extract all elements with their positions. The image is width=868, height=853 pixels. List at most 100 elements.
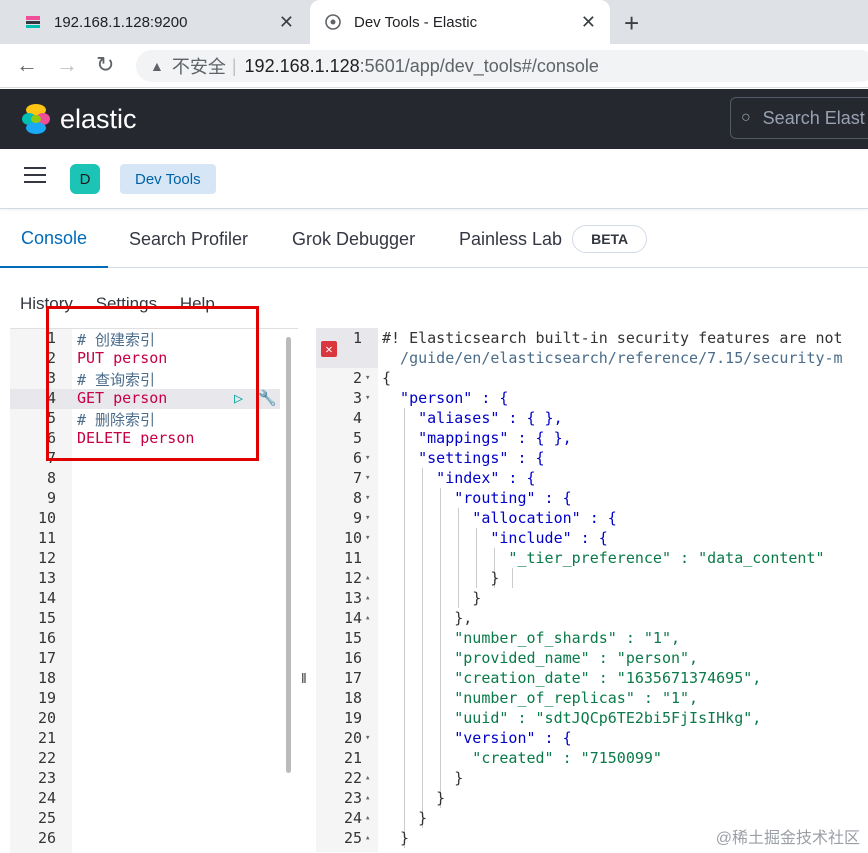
url-field[interactable]: ▲ 不安全 | 192.168.1.128 :5601/app/dev_tool… xyxy=(136,50,868,82)
breadcrumb-bar: D Dev Tools xyxy=(0,149,868,209)
output-line: "settings" : { xyxy=(382,449,545,467)
line-number: 8 xyxy=(352,489,362,507)
line-number: 22 xyxy=(37,749,56,767)
line-number: 19 xyxy=(37,689,56,707)
line-number: 15 xyxy=(343,629,362,647)
output-line: "version" : { xyxy=(382,729,572,747)
pane-resizer[interactable]: ‖ xyxy=(298,328,316,852)
output-line: } xyxy=(382,569,500,587)
fold-toggle-icon[interactable]: ▴ xyxy=(365,773,370,783)
line-number: 23 xyxy=(343,789,362,807)
output-line: /guide/en/elasticsearch/reference/7.15/s… xyxy=(382,349,843,367)
indent-guide xyxy=(512,568,513,588)
line-number: 11 xyxy=(37,529,56,547)
line-number: 24 xyxy=(343,809,362,827)
fold-toggle-icon[interactable]: ▾ xyxy=(365,373,370,383)
forward-icon[interactable]: → xyxy=(56,52,78,78)
fold-toggle-icon[interactable]: ▴ xyxy=(365,793,370,803)
output-line: } xyxy=(382,589,482,607)
output-line: "number_of_shards" : "1", xyxy=(382,629,681,647)
space-avatar[interactable]: D xyxy=(70,164,100,194)
output-line: "routing" : { xyxy=(382,489,572,507)
fold-toggle-icon[interactable]: ▴ xyxy=(365,593,370,603)
fold-toggle-icon[interactable]: ▴ xyxy=(365,613,370,623)
response-output: ✕ 1 #! Elasticsearch built-in security fe… xyxy=(316,328,868,852)
line-number: 14 xyxy=(343,609,362,627)
fold-toggle-icon[interactable]: ▾ xyxy=(365,513,370,523)
elastic-header: elastic ○ Search Elast xyxy=(0,89,868,149)
wrench-icon[interactable]: 🔧 xyxy=(258,389,277,407)
browser-tab-title: Dev Tools - Elastic xyxy=(354,13,478,31)
url-path: :5601/app/dev_tools#/console xyxy=(359,55,599,76)
output-line: "include" : { xyxy=(382,529,608,547)
fold-toggle-icon[interactable]: ▴ xyxy=(365,813,370,823)
fold-toggle-icon[interactable]: ▾ xyxy=(365,733,370,743)
watermark: @稀土掘金技术社区 xyxy=(715,830,860,847)
line-number: 11 xyxy=(343,549,362,567)
line-number: 13 xyxy=(37,569,56,587)
output-line: } xyxy=(382,809,428,827)
line-number: 21 xyxy=(37,729,56,747)
elastic-favicon-icon xyxy=(24,13,42,31)
output-line: "aliases" : { }, xyxy=(382,409,563,427)
elastic-logo[interactable]: elastic xyxy=(20,103,137,135)
output-line: "creation_date" : "1635671374695", xyxy=(382,669,762,687)
new-tab-icon[interactable]: + xyxy=(624,8,639,39)
reload-icon[interactable]: ↻ xyxy=(96,52,114,78)
highlight-box xyxy=(46,306,259,461)
tab-console[interactable]: Console xyxy=(0,210,108,268)
line-number: 9 xyxy=(46,489,56,507)
line-number: 9 xyxy=(352,509,362,527)
fold-toggle-icon[interactable]: ▾ xyxy=(365,473,370,483)
fold-toggle-icon[interactable]: ▾ xyxy=(365,493,370,503)
line-number: 10 xyxy=(343,529,362,547)
line-number: 12 xyxy=(343,569,362,587)
fold-toggle-icon[interactable]: ▾ xyxy=(365,533,370,543)
editor-scrollbar[interactable] xyxy=(286,337,291,773)
output-line: "provided_name" : "person", xyxy=(382,649,699,667)
line-number: 16 xyxy=(343,649,362,667)
line-number: 12 xyxy=(37,549,56,567)
line-number: 4 xyxy=(352,409,362,427)
browser-tab-strip: 192.168.1.128:9200 ✕ Dev Tools - Elastic… xyxy=(0,0,868,44)
tab-search-profiler[interactable]: Search Profiler xyxy=(129,210,248,268)
browser-tab-es[interactable]: 192.168.1.128:9200 ✕ xyxy=(0,0,308,44)
back-icon[interactable]: ← xyxy=(16,52,38,78)
output-line: "person" : { xyxy=(382,389,509,407)
output-line: #! Elasticsearch built-in security featu… xyxy=(382,329,843,347)
line-number: 20 xyxy=(37,709,56,727)
line-number: 17 xyxy=(343,669,362,687)
fold-toggle-icon[interactable]: ▾ xyxy=(365,453,370,463)
elastic-logo-icon xyxy=(22,104,50,134)
close-icon[interactable]: ✕ xyxy=(581,12,596,33)
search-icon: ○ xyxy=(741,109,751,126)
warning-icon: ▲ xyxy=(150,58,164,74)
fold-toggle-icon[interactable]: ▴ xyxy=(365,833,370,843)
line-number: 17 xyxy=(37,649,56,667)
line-number: 5 xyxy=(352,429,362,447)
browser-tab-devtools[interactable]: Dev Tools - Elastic ✕ xyxy=(310,0,610,44)
line-number: 8 xyxy=(46,469,56,487)
line-number: 15 xyxy=(37,609,56,627)
breadcrumb[interactable]: Dev Tools xyxy=(120,164,216,194)
fold-toggle-icon[interactable]: ▾ xyxy=(365,393,370,403)
line-number: 26 xyxy=(37,829,56,847)
search-placeholder: Search Elast xyxy=(762,107,865,128)
devtools-tabs: Console Search Profiler Grok Debugger Pa… xyxy=(0,210,868,268)
line-number: 14 xyxy=(37,589,56,607)
output-line: "number_of_replicas" : "1", xyxy=(382,689,699,707)
line-number: 19 xyxy=(343,709,362,727)
output-line: "allocation" : { xyxy=(382,509,617,527)
tab-grok-debugger[interactable]: Grok Debugger xyxy=(292,210,415,268)
tab-painless-lab-label: Painless Lab xyxy=(459,228,563,249)
tab-painless-lab[interactable]: Painless Lab BETA xyxy=(459,210,648,268)
line-number: 23 xyxy=(37,769,56,787)
line-number: 6 xyxy=(352,449,362,467)
fold-toggle-icon[interactable]: ▴ xyxy=(365,573,370,583)
menu-icon[interactable] xyxy=(24,167,46,188)
close-icon[interactable]: ✕ xyxy=(279,12,294,33)
global-search-input[interactable]: ○ Search Elast xyxy=(730,97,868,139)
line-number: 18 xyxy=(343,689,362,707)
kibana-favicon-icon xyxy=(324,13,342,31)
output-line: { xyxy=(382,369,392,387)
